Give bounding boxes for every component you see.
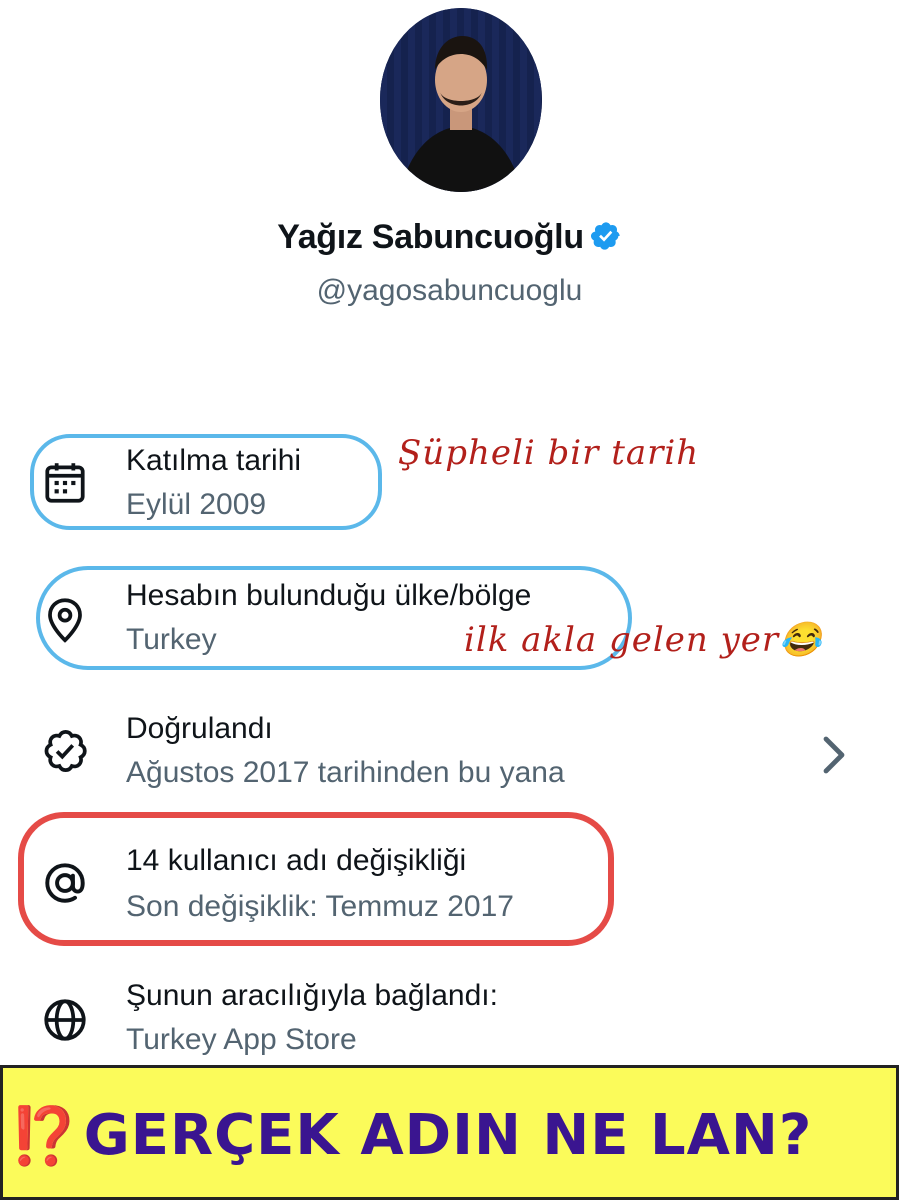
globe-icon — [44, 999, 86, 1041]
at-sign-icon — [45, 863, 85, 903]
row-title: Doğrulandı — [126, 712, 273, 745]
banner-text: GERÇEK ADIN NE LAN? — [83, 1103, 813, 1168]
row-title: 14 kullanıcı adı değişikliği — [126, 844, 467, 877]
profile-handle[interactable]: @yagosabuncuoglu — [0, 274, 899, 308]
calendar-icon — [45, 463, 85, 503]
row-title: Hesabın bulunduğu ülke/bölge — [126, 579, 532, 612]
interrobang-icon: ⁉️ — [9, 1103, 80, 1169]
handwritten-note-first-place: ilk akla gelen yer😂 — [464, 620, 823, 660]
row-subtitle: Son değişiklik: Temmuz 2017 — [126, 890, 514, 923]
row-title: Şunun aracılığıyla bağlandı: — [126, 979, 498, 1012]
verified-badge-icon — [44, 729, 87, 773]
chevron-right-icon[interactable] — [821, 735, 849, 775]
row-title: Katılma tarihi — [126, 444, 302, 477]
row-verified[interactable]: Doğrulandı Ağustos 2017 tarihinden bu ya… — [0, 708, 899, 808]
verified-check-icon — [590, 222, 620, 250]
avatar-photo — [380, 8, 542, 192]
handwritten-note-suspicious-date: Şüpheli bir tarih — [398, 433, 700, 473]
row-username-changes: 14 kullanıcı adı değişikliği Son değişik… — [0, 840, 899, 940]
row-subtitle: Eylül 2009 — [126, 488, 267, 521]
profile-avatar[interactable] — [380, 8, 542, 192]
profile-name-row: Yağız Sabuncuoğlu — [0, 218, 899, 257]
row-subtitle: Turkey — [126, 623, 217, 656]
banner-caption: ⁉️ GERÇEK ADIN NE LAN? — [3, 1068, 896, 1197]
row-subtitle: Ağustos 2017 tarihinden bu yana — [126, 756, 565, 789]
location-pin-icon — [48, 598, 82, 643]
caption-banner: ⁉️ GERÇEK ADIN NE LAN? — [0, 1065, 899, 1200]
display-name: Yağız Sabuncuoğlu — [277, 218, 584, 256]
row-connected-via: Şunun aracılığıyla bağlandı: Turkey App … — [0, 975, 899, 1075]
row-subtitle: Turkey App Store — [126, 1023, 357, 1056]
